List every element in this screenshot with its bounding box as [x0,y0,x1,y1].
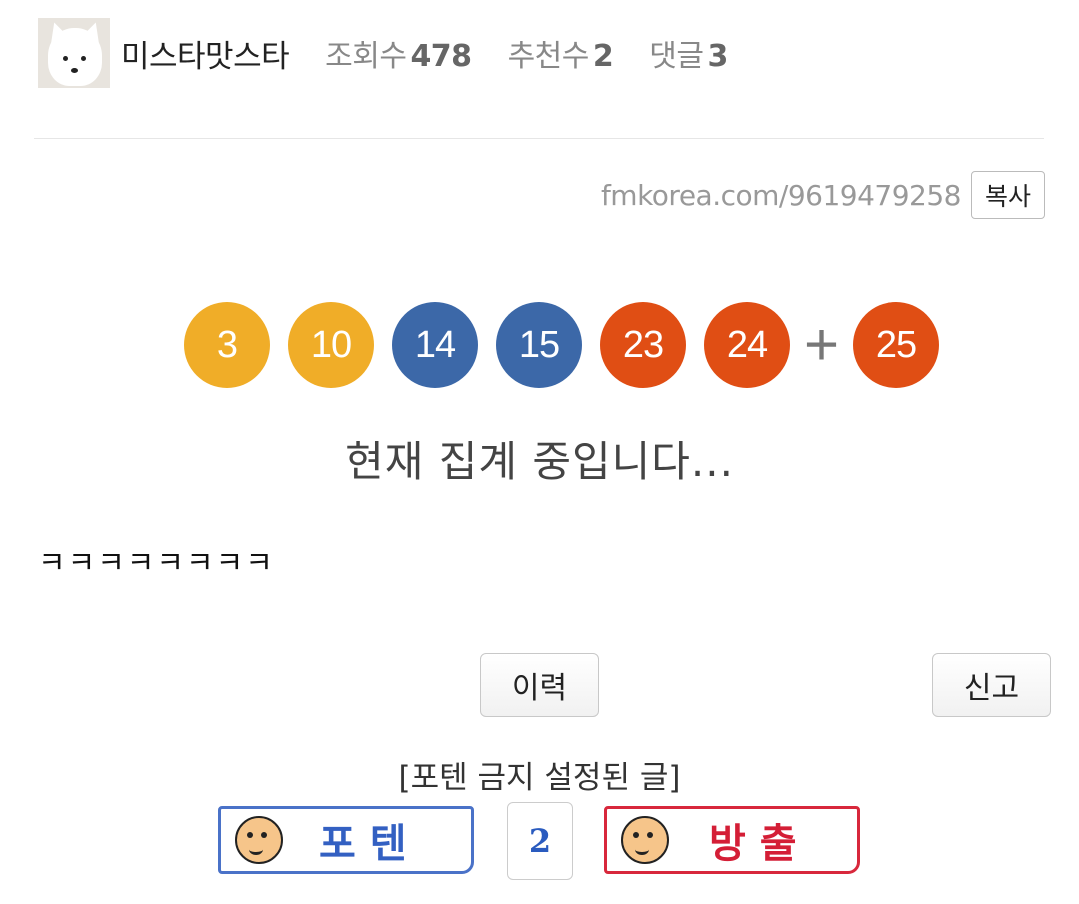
lotto-ball: 23 [600,302,686,388]
lotto-status-text: 현재 집계 중입니다... [345,437,734,486]
copy-url-button[interactable]: 복사 [970,171,1045,219]
history-button[interactable]: 이력 [480,653,599,717]
view-count: 조회수 478 [325,31,472,75]
comment-count-label: 댓글 [649,39,704,74]
fox-eye-left [63,56,68,61]
fox-eye-right [81,56,86,61]
avatar[interactable] [38,18,110,88]
poten-ban-notice: [포텐 금지 설정된 글] [398,760,681,796]
author-name[interactable]: 미스타맛스타 [121,31,290,76]
post-url[interactable]: fmkorea.com/9619479258 [601,179,962,212]
comment-count-value: 3 [707,39,728,74]
post-url-row: fmkorea.com/9619479258 복사 [601,171,1045,219]
plus-icon: + [804,311,840,378]
lotto-ball: 15 [496,302,582,388]
lotto-ball: 3 [184,302,270,388]
lotto-ball: 24 [704,302,790,388]
view-count-label: 조회수 [325,39,407,74]
bangchul-label: 방출 [709,821,811,867]
view-count-value: 478 [410,39,472,74]
fox-nose [71,68,78,73]
thumbs-down-face-icon [621,816,669,864]
header-divider [34,138,1044,139]
recommend-count: 추천수 2 [508,31,614,75]
arctic-fox-icon [48,28,102,86]
bangchul-vote-button[interactable]: 방출 [604,806,860,874]
lotto-ball: 14 [392,302,478,388]
vote-count: 2 [507,802,573,880]
recommend-count-label: 추천수 [507,39,590,74]
poten-vote-button[interactable]: 포텐 [218,806,474,874]
comment-count[interactable]: 댓글 3 [649,31,728,75]
recommend-count-value: 2 [592,39,614,74]
lotto-numbers: 3 10 14 15 23 24 + 25 [184,300,957,390]
vote-row: 포텐 2 방출 [218,802,862,880]
lotto-ball: 10 [288,302,374,388]
post-body: ㅋㅋㅋㅋㅋㅋㅋㅋ [38,546,275,581]
report-button[interactable]: 신고 [932,653,1051,717]
poten-label: 포텐 [319,821,421,867]
lotto-bonus-ball: 25 [853,302,940,388]
post-header: 미스타맛스타 조회수 478 추천수 2 댓글 3 [38,18,728,88]
thumbs-up-face-icon [235,816,283,864]
